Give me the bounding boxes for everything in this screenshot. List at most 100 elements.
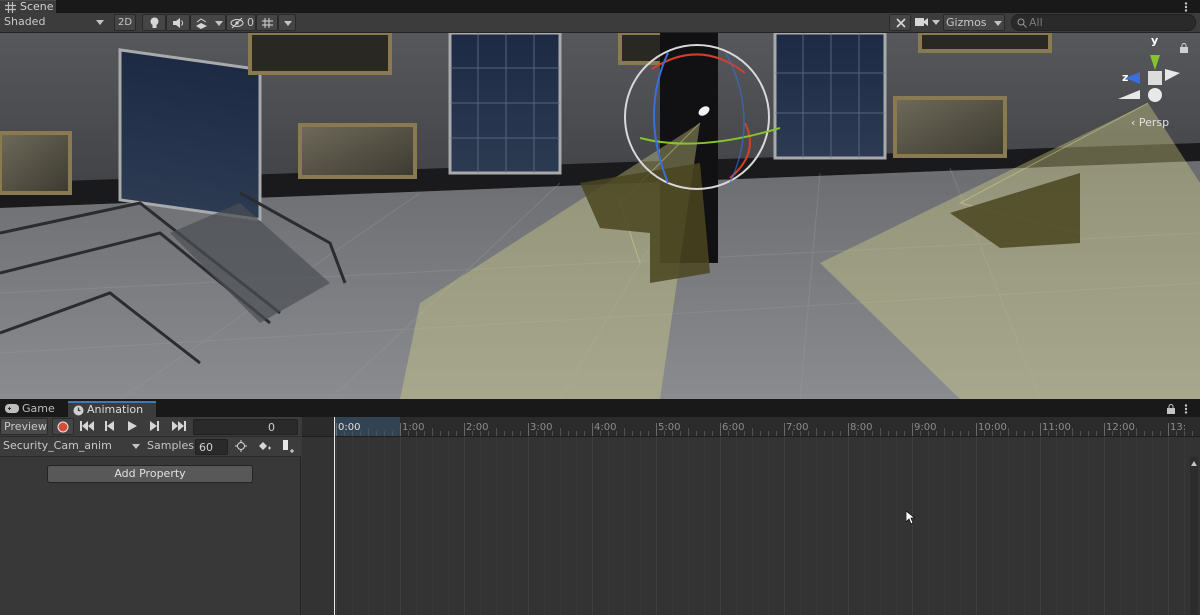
timeline-major-tick <box>848 423 849 436</box>
draw-mode-dropdown[interactable]: Shaded <box>0 14 108 31</box>
timeline-dopesheet[interactable] <box>302 437 1200 615</box>
last-keyframe-button[interactable] <box>168 418 190 435</box>
timeline-minor-tick <box>480 431 481 436</box>
timeline-major-tick <box>720 423 721 436</box>
grid-options-dropdown[interactable] <box>278 14 296 31</box>
timeline-minor-tick <box>504 431 505 436</box>
panel-more-options-icon[interactable] <box>1184 404 1188 414</box>
play-button[interactable] <box>122 418 142 435</box>
audio-toggle-button[interactable] <box>166 14 190 31</box>
timeline-scrollbar[interactable] <box>1190 457 1198 615</box>
timeline-minor-tick <box>1016 431 1017 436</box>
timeline-minor-gridline <box>576 437 577 615</box>
timeline-minor-tick <box>936 431 937 436</box>
timeline-minor-tick <box>832 431 833 436</box>
timeline-minor-tick <box>696 431 697 436</box>
timeline-gridline <box>784 437 785 615</box>
timeline-minor-tick <box>992 431 993 436</box>
skip-to-start-icon <box>80 421 94 431</box>
timeline-minor-tick <box>520 431 521 436</box>
timeline-minor-tick <box>752 428 753 436</box>
effects-dropdown[interactable] <box>190 14 226 31</box>
timeline-minor-tick <box>600 431 601 436</box>
gizmo-axis-z-label: z <box>1122 71 1129 84</box>
tab-scene-label: Scene <box>20 0 54 13</box>
more-options-icon[interactable] <box>1184 2 1188 12</box>
timeline-minor-tick <box>536 431 537 436</box>
timeline-minor-tick <box>424 431 425 436</box>
timeline-ruler[interactable]: 0:00 1:00 2:00 3:00 4:00 5:00 6:00 7:00 8:00 9:00… <box>302 417 1200 437</box>
add-event-button[interactable] <box>278 438 298 455</box>
scroll-up-arrow-icon[interactable] <box>1191 461 1197 466</box>
timeline-major-tick <box>912 423 913 436</box>
grid-snapping-button[interactable] <box>256 14 278 31</box>
first-keyframe-button[interactable] <box>76 418 98 435</box>
tab-scene[interactable]: Scene <box>0 0 56 13</box>
timeline-minor-tick <box>704 431 705 436</box>
lock-icon[interactable] <box>1180 43 1188 53</box>
speaker-icon <box>172 17 185 29</box>
tools-button[interactable] <box>889 14 911 31</box>
timeline-minor-tick <box>1136 428 1137 436</box>
add-keyframe-diamond-button[interactable] <box>254 438 274 455</box>
scene-viewport[interactable]: y z ‹ Persp <box>0 33 1200 399</box>
timeline-gridline <box>336 437 337 615</box>
timeline-minor-tick <box>952 431 953 436</box>
timeline-minor-tick <box>712 431 713 436</box>
projection-label[interactable]: ‹ Persp <box>1131 116 1169 129</box>
timeline-minor-tick <box>680 431 681 436</box>
timeline-minor-tick <box>776 431 777 436</box>
chevron-down-icon <box>994 21 1002 26</box>
lighting-toggle-button[interactable] <box>142 14 166 31</box>
tab-game[interactable]: Game <box>0 401 68 417</box>
timeline-minor-tick <box>1152 431 1153 436</box>
playhead[interactable] <box>334 417 335 615</box>
timeline-minor-tick <box>392 431 393 436</box>
timeline-minor-tick <box>408 431 409 436</box>
timeline-minor-tick <box>632 431 633 436</box>
timeline-minor-gridline <box>736 437 737 615</box>
timeline-minor-gridline <box>448 437 449 615</box>
samples-input[interactable]: 60 <box>195 439 228 455</box>
scene-visibility-button[interactable]: 0 <box>226 14 256 31</box>
timeline-tick-label: 0:00 <box>338 422 361 433</box>
timeline-minor-gridline <box>1008 437 1009 615</box>
timeline-minor-tick <box>544 431 545 436</box>
2d-toggle-label: 2D <box>117 17 133 28</box>
timeline-major-tick <box>1104 423 1105 436</box>
timeline-minor-tick <box>960 431 961 436</box>
frame-value: 0 <box>268 421 275 434</box>
timeline-minor-tick <box>1128 431 1129 436</box>
record-button[interactable] <box>52 418 74 435</box>
2d-toggle-button[interactable]: 2D <box>114 14 136 31</box>
preview-toggle-button[interactable]: Preview <box>0 418 48 435</box>
add-keyframe-button[interactable] <box>231 438 251 455</box>
next-keyframe-button[interactable] <box>144 418 164 435</box>
scene-search-input[interactable]: All <box>1011 14 1196 31</box>
timeline-minor-tick <box>576 431 577 436</box>
timeline-minor-gridline <box>1024 437 1025 615</box>
timeline-gridline <box>592 437 593 615</box>
add-property-button[interactable]: Add Property <box>47 465 253 483</box>
timeline-minor-gridline <box>960 437 961 615</box>
frame-input[interactable]: 0 <box>193 419 298 435</box>
timeline-major-tick <box>1040 423 1041 436</box>
clip-dropdown[interactable]: Security_Cam_anim <box>0 438 142 455</box>
tab-animation[interactable]: Animation <box>68 401 156 417</box>
timeline-tick-label: 2:00 <box>466 422 489 433</box>
timeline-gridline <box>464 437 465 615</box>
timeline-minor-tick <box>856 431 857 436</box>
timeline-minor-tick <box>736 431 737 436</box>
timeline-minor-tick <box>944 428 945 436</box>
panel-lock-icon[interactable] <box>1167 404 1175 414</box>
timeline-minor-tick <box>768 431 769 436</box>
camera-dropdown[interactable] <box>913 14 943 31</box>
search-placeholder: All <box>1029 16 1043 29</box>
timeline-tick-label: 3:00 <box>530 422 553 433</box>
timeline-minor-tick <box>352 431 353 436</box>
gizmo-axis-y-label: y <box>1151 34 1159 47</box>
panel-tab-bar <box>0 399 1200 417</box>
gizmos-dropdown[interactable]: Gizmos <box>943 14 1005 31</box>
timeline-minor-gridline <box>624 437 625 615</box>
previous-keyframe-button[interactable] <box>100 418 120 435</box>
